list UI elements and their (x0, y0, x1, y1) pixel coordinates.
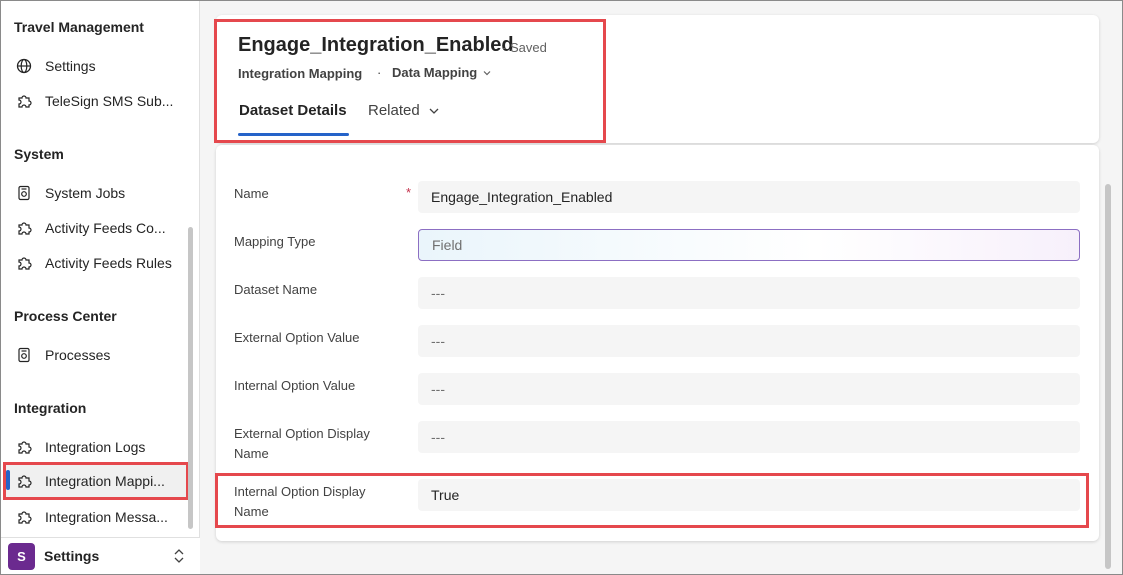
sidebar-item-label: Activity Feeds Rules (45, 255, 172, 271)
sidebar-item-label: Settings (45, 58, 96, 74)
sidebar-item-label: TeleSign SMS Sub... (45, 93, 174, 109)
sidebar-item-label: Integration Mappi... (45, 473, 165, 489)
chevron-up-down-icon (172, 547, 186, 570)
area-label: Settings (44, 548, 100, 564)
sidebar-item-integration-messages[interactable]: Integration Messa... (5, 501, 187, 533)
row-highlight-box (215, 473, 1089, 528)
sidebar-item-activity-feeds-config[interactable]: Activity Feeds Co... (5, 212, 187, 244)
main-scrollbar[interactable] (1105, 184, 1111, 569)
sidebar-item-settings[interactable]: Settings (5, 50, 187, 82)
area-badge: S (8, 542, 35, 570)
globe-icon (14, 56, 34, 76)
field-label-dataset-name: Dataset Name (234, 282, 318, 297)
external-option-display-name-field[interactable]: --- (418, 421, 1080, 453)
puzzle-icon (14, 91, 34, 111)
name-field[interactable]: Engage_Integration_Enabled (418, 181, 1080, 213)
puzzle-icon (14, 218, 34, 238)
puzzle-icon (14, 507, 34, 527)
puzzle-icon (14, 253, 34, 273)
sitemap-sidebar: Travel Management Settings TeleSign SMS … (1, 1, 200, 574)
sidebar-item-activity-feeds-rules[interactable]: Activity Feeds Rules (5, 247, 187, 279)
sidebar-item-label: Processes (45, 347, 111, 363)
field-label-name: Name (234, 186, 269, 201)
group-title-process-center: Process Center (14, 308, 117, 324)
sidebar-item-label: Integration Messa... (45, 509, 168, 525)
gear-doc-icon (14, 183, 34, 203)
sidebar-item-label: System Jobs (45, 185, 126, 201)
internal-option-value-field[interactable]: --- (418, 373, 1080, 405)
gear-doc-icon (14, 345, 34, 365)
field-label-external-option-display-name: External Option Display Name (234, 426, 370, 461)
sidebar-item-label: Activity Feeds Co... (45, 220, 166, 236)
required-indicator: * (406, 185, 412, 200)
sidebar-item-label: Integration Logs (45, 439, 146, 455)
sidebar-item-processes[interactable]: Processes (5, 339, 187, 371)
sidebar-item-telesign[interactable]: TeleSign SMS Sub... (5, 85, 187, 117)
group-title-integration: Integration (14, 400, 87, 416)
sidebar-scrollbar[interactable] (188, 227, 193, 529)
sidebar-item-integration-mappings[interactable]: Integration Mappi... (3, 462, 189, 500)
sidebar-item-system-jobs[interactable]: System Jobs (5, 177, 187, 209)
area-switcher[interactable]: S Settings (1, 537, 200, 574)
field-label-mapping-type: Mapping Type (234, 234, 316, 249)
field-label-external-option-value: External Option Value (234, 330, 360, 345)
field-label-internal-option-value: Internal Option Value (234, 378, 356, 393)
dataset-name-field[interactable]: --- (418, 277, 1080, 309)
group-title-system: System (14, 146, 64, 162)
sidebar-item-integration-logs[interactable]: Integration Logs (5, 431, 187, 463)
puzzle-icon (14, 437, 34, 457)
mapping-type-input[interactable]: Field (418, 229, 1080, 261)
group-title-travel-management: Travel Management (14, 19, 144, 35)
external-option-value-field[interactable]: --- (418, 325, 1080, 357)
puzzle-icon (14, 471, 34, 491)
header-highlight-box (214, 19, 606, 143)
